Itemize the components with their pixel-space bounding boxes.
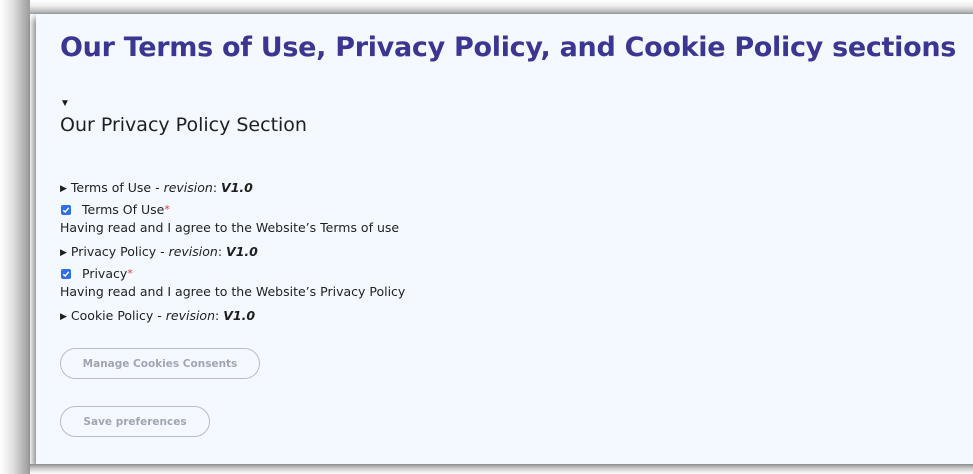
summary-label: Terms of Use bbox=[70, 180, 152, 195]
terms-of-use-summary[interactable]: ▶ Terms of Use - revision: V1.0 bbox=[60, 180, 253, 195]
revision-word: revision bbox=[165, 308, 216, 323]
revision-colon: : bbox=[217, 244, 227, 259]
required-asterisk: * bbox=[127, 267, 133, 280]
policy-panel: Our Terms of Use, Privacy Policy, and Co… bbox=[36, 14, 973, 464]
checkmark-icon bbox=[62, 270, 70, 277]
page-title: Our Terms of Use, Privacy Policy, and Co… bbox=[60, 32, 957, 63]
revision-colon: : bbox=[215, 308, 224, 323]
summary-label: Cookie Policy bbox=[70, 308, 154, 323]
revision-word: revision bbox=[168, 244, 218, 259]
privacy-description: Having read and I agree to the Website’s… bbox=[60, 284, 406, 299]
summary-label: Privacy Policy bbox=[70, 244, 157, 259]
disclosure-triangle-icon: ▶ bbox=[60, 312, 67, 322]
checkbox-label: Privacy bbox=[82, 266, 128, 281]
separator: - bbox=[151, 180, 164, 195]
required-asterisk: * bbox=[164, 203, 170, 216]
top-shadow bbox=[30, 0, 973, 14]
privacy-policy-summary[interactable]: ▶ Privacy Policy - revision: V1.0 bbox=[60, 244, 258, 259]
terms-of-use-description: Having read and I agree to the Website’s… bbox=[60, 220, 400, 235]
revision-value: V1.0 bbox=[221, 180, 253, 195]
separator: - bbox=[156, 244, 169, 259]
privacy-checkbox-row: Privacy * bbox=[60, 266, 133, 281]
separator: - bbox=[153, 308, 166, 323]
manage-cookies-button[interactable]: Manage Cookies Consents bbox=[60, 348, 260, 379]
privacy-checkbox[interactable] bbox=[61, 268, 71, 279]
terms-of-use-checkbox-row: Terms Of Use * bbox=[60, 202, 170, 217]
disclosure-triangle-icon: ▶ bbox=[60, 248, 67, 258]
cookie-policy-summary[interactable]: ▶ Cookie Policy - revision: V1.0 bbox=[60, 308, 255, 323]
save-preferences-button[interactable]: Save preferences bbox=[60, 406, 210, 437]
disclosure-open-icon[interactable]: ▼ bbox=[60, 98, 70, 109]
terms-of-use-checkbox[interactable] bbox=[61, 204, 71, 215]
revision-colon: : bbox=[212, 180, 222, 195]
disclosure-triangle-icon: ▶ bbox=[60, 184, 67, 194]
bottom-shadow bbox=[30, 464, 973, 474]
checkmark-icon bbox=[62, 206, 70, 213]
revision-value: V1.0 bbox=[223, 308, 256, 323]
revision-word: revision bbox=[163, 180, 213, 195]
privacy-section-heading: Our Privacy Policy Section bbox=[60, 114, 307, 136]
revision-value: V1.0 bbox=[226, 244, 258, 259]
checkbox-label: Terms Of Use bbox=[82, 202, 165, 217]
